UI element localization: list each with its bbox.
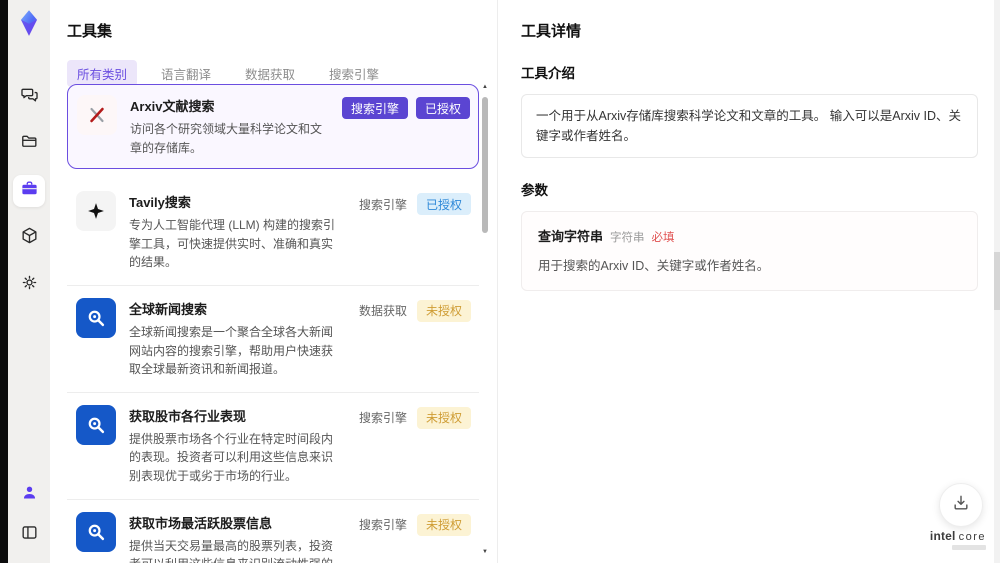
gear-icon <box>20 273 39 297</box>
auth-status-badge: 未授权 <box>416 513 471 536</box>
chat-icon <box>20 85 39 109</box>
panel-icon <box>20 523 39 547</box>
arxiv-logo-icon <box>77 95 117 135</box>
sidebar-item-settings[interactable] <box>13 269 45 301</box>
tool-title: 全球新闻搜索 <box>129 301 208 317</box>
scroll-up-arrow-icon[interactable]: ▲ <box>482 84 488 90</box>
param-required-badge: 必填 <box>651 232 675 244</box>
tool-title: 获取市场最活跃股票信息 <box>129 515 273 531</box>
category-badge: 搜索引擎 <box>358 197 407 212</box>
folder-icon <box>20 132 39 156</box>
briefcase-icon <box>20 179 39 203</box>
tool-title: Tavily搜索 <box>129 195 191 211</box>
category-tabs: 所有类别 语言翻译 数据获取 搜索引擎 <box>67 60 497 87</box>
detail-title: 工具详情 <box>521 23 582 40</box>
tool-title: 获取股市各行业表现 <box>129 408 247 424</box>
scroll-down-arrow-icon[interactable]: ▼ <box>482 549 488 555</box>
download-icon <box>951 493 971 518</box>
tool-card[interactable]: 全球新闻搜索 全球新闻搜索是一个聚合全球各大新闻网站内容的搜索引擎，帮助用户快速… <box>67 285 479 393</box>
tab-3[interactable]: 搜索引擎 <box>319 60 389 87</box>
auth-status-badge: 已授权 <box>416 193 471 216</box>
sidebar-item-tools[interactable] <box>13 175 45 207</box>
tab-1[interactable]: 语言翻译 <box>151 60 221 87</box>
intro-text: 一个用于从Arxiv存储库搜索科学论文和文章的工具。 输入可以是Arxiv ID… <box>536 109 962 143</box>
brand-core: core <box>958 531 986 543</box>
stock-search-icon <box>76 511 116 552</box>
cube-icon <box>20 226 39 250</box>
intel-core-logo: intel core <box>930 529 986 550</box>
tab-0[interactable]: 所有类别 <box>67 60 138 87</box>
window-scrollbar[interactable] <box>994 0 1000 563</box>
tool-list-panel: 工具集 所有类别 语言翻译 数据获取 搜索引擎 Arxiv文献搜索 访问各个研究领域大… <box>50 0 497 563</box>
tool-card[interactable]: Tavily搜索 专为人工智能代理 (LLM) 构建的搜索引擎工具，可快速提供实… <box>67 179 479 286</box>
tool-card[interactable]: 获取股市各行业表现 提供股票市场各个行业在特定时间段内的表现。投资者可以利用这些… <box>67 392 479 500</box>
stock-search-icon <box>76 404 116 445</box>
tool-description: 提供股票市场各个行业在特定时间段内的表现。投资者可以利用这些信息来识别表现优于或… <box>129 431 334 483</box>
tool-card[interactable]: Arxiv文献搜索 访问各个研究领域大量科学论文和文章的存储库。 搜索引擎 已授… <box>67 84 479 170</box>
tool-description: 专为人工智能代理 (LLM) 构建的搜索引擎工具，可快速提供实时、准确和真实的结… <box>129 218 336 270</box>
params-list: 查询字符串 字符串 必填用于搜索的Arxiv ID、关键字或作者姓名。 <box>521 211 978 291</box>
category-badge: 搜索引擎 <box>358 518 407 533</box>
user-icon <box>20 483 39 507</box>
window-scrollbar-thumb[interactable] <box>994 252 1000 310</box>
window-edge <box>0 0 8 563</box>
intro-box: 一个用于从Arxiv存储库搜索科学论文和文章的工具。 输入可以是Arxiv ID… <box>521 94 978 158</box>
auth-status-badge: 已授权 <box>415 97 470 119</box>
download-button[interactable] <box>939 483 983 527</box>
sidebar-item-packages[interactable] <box>13 222 45 254</box>
tab-2[interactable]: 数据获取 <box>235 60 305 87</box>
intro-heading: 工具介绍 <box>521 66 575 81</box>
param-type: 字符串 <box>610 232 645 244</box>
brand-intel: intel <box>929 529 956 543</box>
tool-description: 全球新闻搜索是一个聚合全球各大新闻网站内容的搜索引擎，帮助用户快速获取全球最新资… <box>129 324 334 377</box>
nav-icons <box>13 81 45 301</box>
category-badge: 搜索引擎 <box>341 97 408 119</box>
param-description: 用于搜索的Arxiv ID、关键字或作者姓名。 <box>538 259 770 273</box>
sidebar-item-files[interactable] <box>13 128 45 160</box>
tool-list-scrollbar[interactable]: ▲ ▼ <box>481 84 489 555</box>
gradient-diamond-logo-icon <box>13 7 45 44</box>
param-card: 查询字符串 字符串 必填用于搜索的Arxiv ID、关键字或作者姓名。 <box>521 211 978 291</box>
auth-status-badge: 未授权 <box>416 406 471 429</box>
param-name: 查询字符串 <box>538 229 604 244</box>
news-search-icon <box>76 297 116 338</box>
auth-status-badge: 未授权 <box>416 299 471 322</box>
brand-subtext <box>952 545 986 550</box>
sidebar-item-chat[interactable] <box>13 81 45 113</box>
category-badge: 搜索引擎 <box>358 411 407 426</box>
scrollbar-thumb[interactable] <box>482 97 488 233</box>
tool-list: Arxiv文献搜索 访问各个研究领域大量科学论文和文章的存储库。 搜索引擎 已授… <box>67 84 479 563</box>
tool-card[interactable]: 获取市场最活跃股票信息 提供当天交易量最高的股票列表，投资者可以利用这些信息来识… <box>67 499 479 563</box>
tool-description: 提供当天交易量最高的股票列表，投资者可以利用这些信息来识别流动性强的股票和潜在的… <box>129 538 334 563</box>
icon-rail <box>8 0 50 563</box>
app-logo[interactable] <box>11 7 47 43</box>
sidebar-item-profile[interactable] <box>13 479 45 511</box>
page-title: 工具集 <box>67 23 113 40</box>
sidebar-item-panel-toggle[interactable] <box>13 519 45 551</box>
tool-detail-panel: 工具详情 工具介绍 一个用于从Arxiv存储库搜索科学论文和文章的工具。 输入可… <box>497 0 994 563</box>
tool-description: 访问各个研究领域大量科学论文和文章的存储库。 <box>130 122 323 155</box>
tool-title: Arxiv文献搜索 <box>130 99 215 114</box>
tavily-star-icon <box>76 191 116 232</box>
rail-bottom <box>13 479 45 551</box>
params-heading: 参数 <box>521 183 548 198</box>
category-badge: 数据获取 <box>358 304 407 319</box>
